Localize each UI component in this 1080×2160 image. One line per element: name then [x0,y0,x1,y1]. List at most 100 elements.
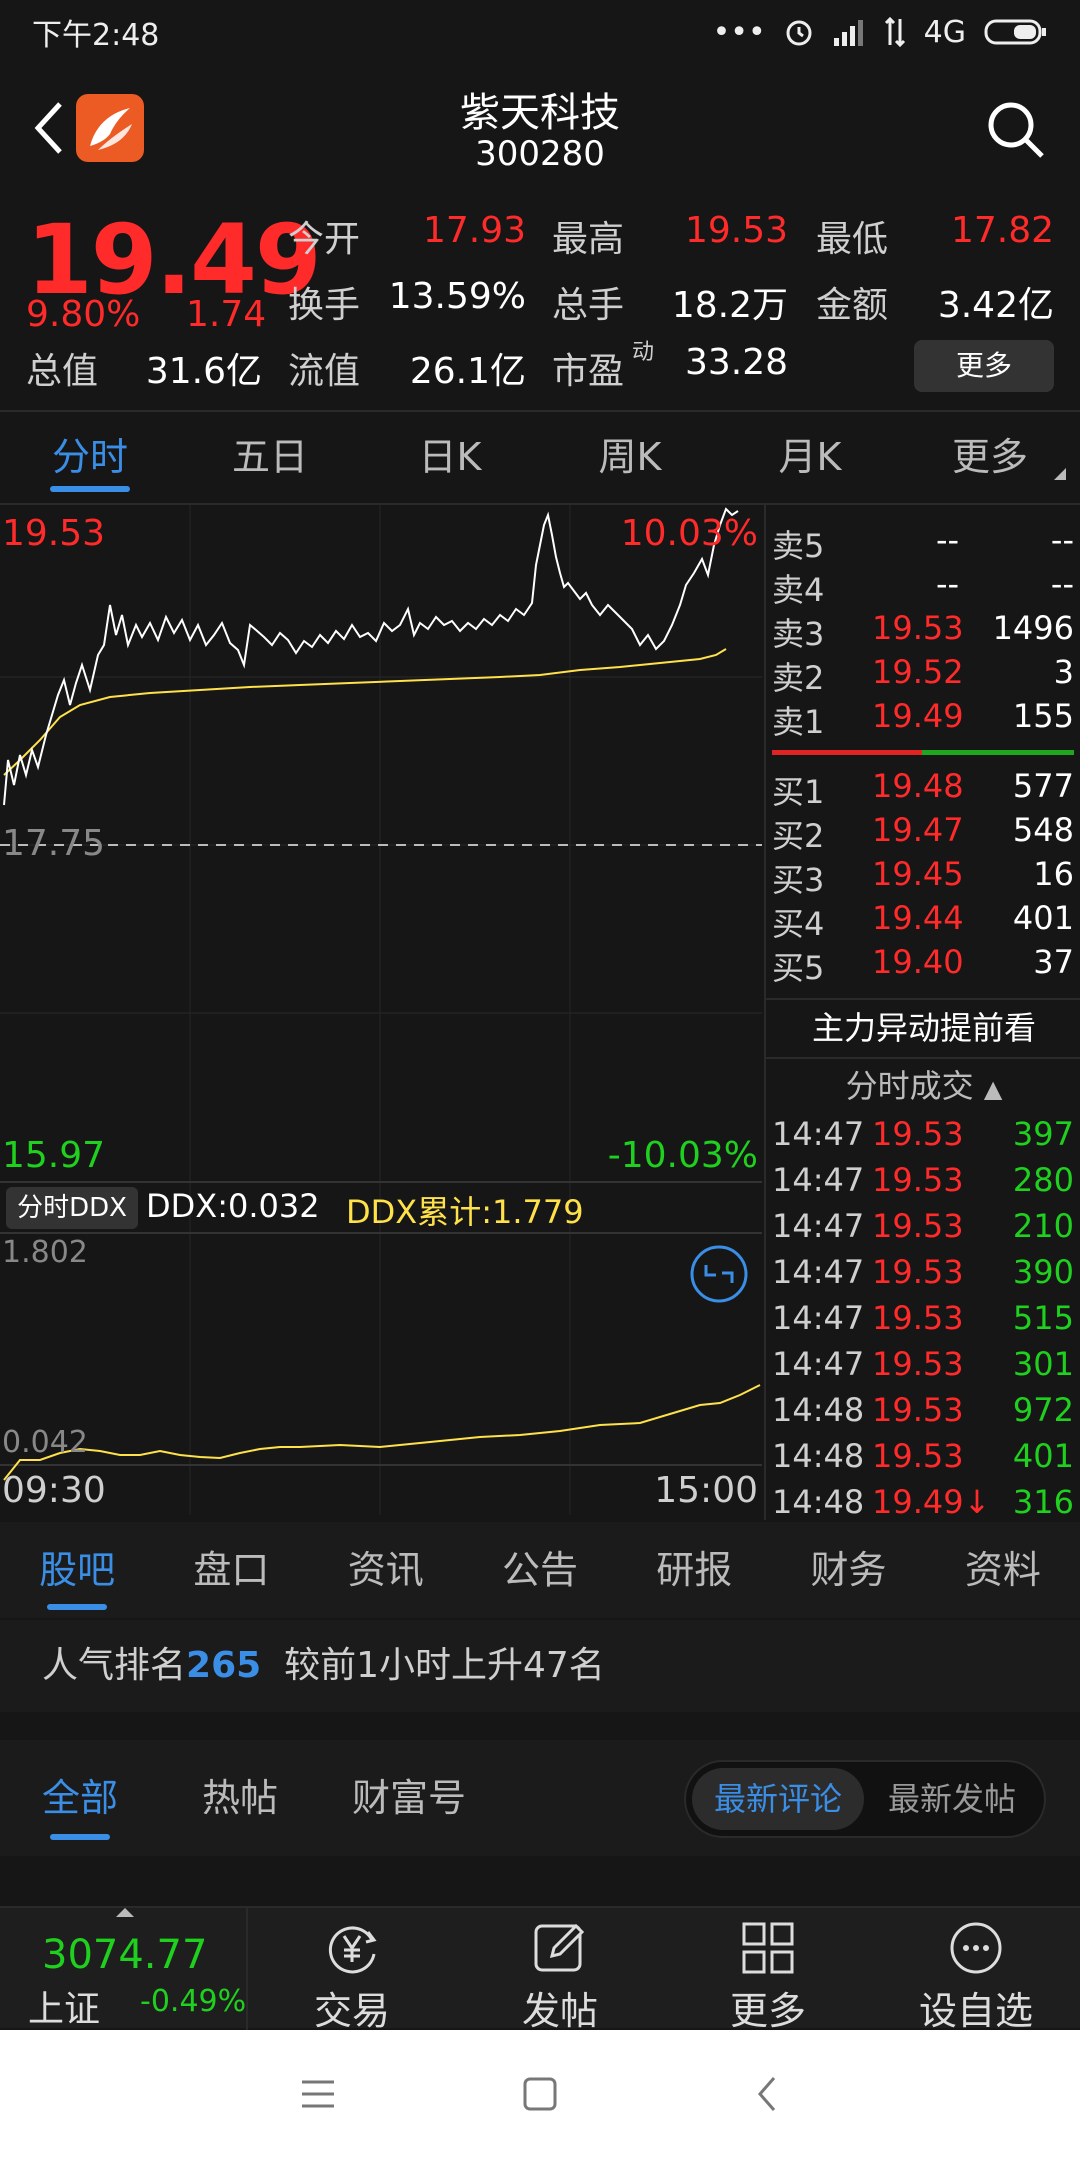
nav-trade[interactable]: 交易 [248,1908,456,2033]
status-icons: ••• 4G [713,15,1048,50]
index-ticker[interactable]: 3074.77 上证 -0.49% [0,1908,248,2030]
battery-icon [984,19,1046,45]
home-icon[interactable] [520,2074,560,2114]
change-percent: 9.80% [26,294,141,335]
more-dots-icon: ••• [712,14,766,50]
tab-daily-k[interactable]: 日K [360,412,540,502]
nav-more-label: 更多 [729,1989,806,2033]
price-chart-svg [0,505,762,1515]
tab-more[interactable]: 更多 [900,412,1080,502]
tab-profile[interactable]: 资料 [926,1522,1080,1618]
sort-latest-comments[interactable]: 最新评论 [692,1768,864,1830]
tab-wealth-account[interactable]: 财富号 [352,1740,466,1856]
tick-row: 14:47 19.53 515 [772,1299,1074,1337]
index-change: -0.49% [140,1984,247,2019]
intraday-chart[interactable]: 19.53 10.03% 17.75 15.97 -10.03% 1.802 0… [0,505,762,1520]
low-pct-label: -10.03% [607,1135,758,1176]
turnover-value: 13.59% [388,276,526,317]
ddx-min-label: 0.042 [2,1425,88,1460]
ticks-header[interactable]: 分时成交 ▲ [766,1059,1080,1113]
change-amount: 1.74 [186,294,267,335]
bottom-nav: 3074.77 上证 -0.49% 交易 发帖 更多 设自选 [0,1906,1080,2033]
bid-row: 买2 19.47 548 [772,811,1074,855]
more-circle-icon [950,1922,1002,1974]
sort-latest-posts[interactable]: 最新发帖 [866,1768,1038,1830]
tick-row: 14:47 19.53 390 [772,1253,1074,1291]
open-value: 17.93 [422,210,526,251]
ddx-cumulative: DDX累计:1.779 [346,1193,584,1231]
title-bar: 紫天科技 300280 [0,64,1080,194]
tick-row: 14:47 19.53 397 [772,1115,1074,1153]
ask-row: 卖5 -- -- [772,521,1074,565]
tab-hot-posts[interactable]: 热帖 [202,1740,278,1856]
tab-order-book[interactable]: 盘口 [154,1522,308,1618]
turnover-label: 换手 [288,285,361,326]
volume-label: 总手 [552,285,625,326]
rank-number: 265 [186,1645,262,1686]
tab-intraday[interactable]: 分时 [0,412,180,502]
bid-row: 买1 19.48 577 [772,767,1074,811]
ddx-selector-button[interactable]: 分时DDX [6,1187,138,1229]
rank-change: 较前1小时上升47名 [284,1645,605,1686]
expand-up-icon [116,1908,134,1917]
nav-post[interactable]: 发帖 [456,1908,664,2033]
quote-panel: 19.49 9.80% 1.74 今开 17.93 最高 19.53 最低 17… [0,194,1080,410]
start-time-label: 09:30 [2,1470,106,1511]
volume-value: 18.2万 [671,285,788,326]
status-bar: 下午2:48 ••• 4G [0,0,1080,64]
tick-row: 14:47 19.53 301 [772,1345,1074,1383]
bid-row: 买4 19.44 401 [772,899,1074,943]
tab-forum[interactable]: 股吧 [0,1522,154,1618]
nav-add-watchlist[interactable]: 设自选 [872,1908,1080,2033]
popularity-rank[interactable]: 人气排名265 较前1小时上升47名 [0,1620,1080,1712]
back-icon[interactable] [748,2074,788,2114]
info-tabs: 股吧 盘口 资讯 公告 研报 财务 资料 [0,1522,1080,1618]
end-time-label: 15:00 [654,1470,758,1511]
ticks-title: 分时成交 [845,1067,974,1105]
alarm-icon [786,20,812,46]
low-value: 17.82 [950,210,1054,251]
stock-code: 300280 [475,134,605,174]
main-force-banner[interactable]: 主力异动提前看 [766,1000,1080,1056]
menu-icon[interactable] [298,2074,338,2114]
high-pct-label: 10.03% [620,513,758,554]
ask-row: 卖3 19.53 1496 [772,609,1074,653]
tab-monthly-k[interactable]: 月K [720,412,900,502]
avg-price-line [3,648,727,776]
ddx-indicator-bar: 分时DDX DDX:0.032 DDX累计:1.779 [0,1183,762,1233]
tab-research[interactable]: 研报 [617,1522,771,1618]
tick-row: 14:48 19.53 972 [772,1391,1074,1429]
refresh-icon[interactable] [688,1243,750,1305]
bid-row: 买3 19.45 16 [772,855,1074,899]
tab-news[interactable]: 资讯 [309,1522,463,1618]
edit-icon [534,1923,585,1972]
more-quote-button[interactable]: 更多 [914,340,1054,392]
prev-close-label: 17.75 [2,823,106,864]
ddx-value: DDX:0.032 [146,1187,320,1225]
caret-up-icon: ▲ [983,1075,1003,1103]
status-time: 下午2:48 [32,18,160,53]
nav-more[interactable]: 更多 [664,1908,872,2033]
tab-financials[interactable]: 财务 [771,1522,925,1618]
tick-row: 14:47 19.53 280 [772,1161,1074,1199]
search-icon[interactable] [984,98,1048,162]
tab-announcements[interactable]: 公告 [463,1522,617,1618]
data-transfer-icon [884,17,905,47]
amount-label: 金额 [816,285,889,326]
tab-all-posts[interactable]: 全部 [42,1740,118,1856]
android-nav-bar [0,2030,1080,2160]
more-dropdown-icon [1054,468,1066,480]
ask-row: 卖4 -- -- [772,565,1074,609]
network-type: 4G [923,14,966,50]
market-cap-label: 总值 [26,351,99,392]
nav-trade-label: 交易 [313,1989,390,2033]
low-price-label: 15.97 [2,1135,106,1176]
float-cap-label: 流值 [288,351,361,392]
high-value: 19.53 [684,210,788,251]
tab-five-day[interactable]: 五日 [180,412,360,502]
amount-value: 3.42亿 [937,285,1054,326]
post-filter-tabs: 全部 热帖 财富号 最新评论 最新发帖 [0,1740,1080,1856]
nav-add-watchlist-label: 设自选 [918,1989,1033,2033]
tab-weekly-k[interactable]: 周K [540,412,720,502]
ddx-max-label: 1.802 [2,1235,88,1270]
